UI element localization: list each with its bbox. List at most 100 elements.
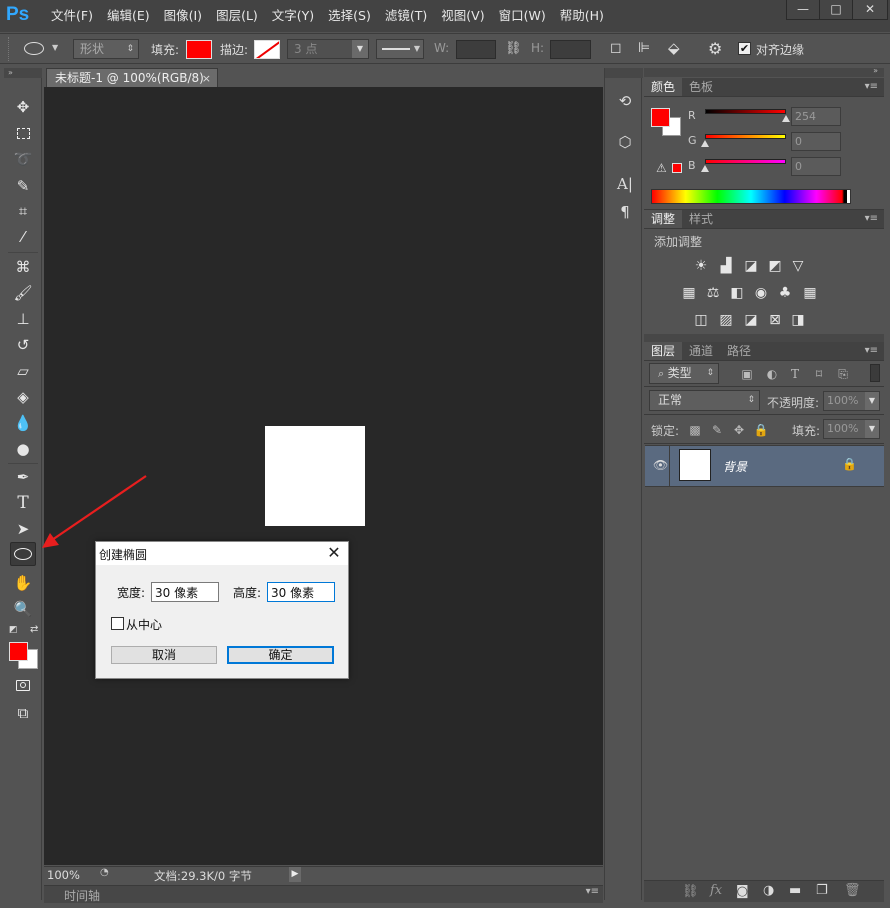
panel-menu-icon[interactable]: ▾≡ xyxy=(865,81,878,92)
blend-mode-select[interactable]: 正常 ⇕ xyxy=(649,390,760,411)
height-input[interactable] xyxy=(267,582,335,602)
layer-thumbnail[interactable] xyxy=(679,449,711,481)
path-operations-icon[interactable]: ◻ xyxy=(610,40,622,56)
invert-icon[interactable]: ◫ xyxy=(690,310,712,330)
fill-input[interactable]: 100% ▼ xyxy=(823,419,880,439)
fill-swatch[interactable] xyxy=(186,40,212,59)
tool-mode-select[interactable]: 形状 ⇕ xyxy=(73,39,139,59)
color-balance-icon[interactable]: ⚖ xyxy=(702,283,724,303)
tab-swatches[interactable]: 色板 xyxy=(682,78,720,96)
dodge-tool-icon[interactable]: ● xyxy=(10,437,36,461)
add-mask-icon[interactable]: ◙ xyxy=(736,884,749,899)
r-slider-track[interactable] xyxy=(705,109,786,114)
threshold-icon[interactable]: ◪ xyxy=(740,310,762,330)
chevron-down-icon[interactable]: ▼ xyxy=(52,43,58,52)
color-lookup-icon[interactable]: ▦ xyxy=(799,283,821,303)
tab-paths[interactable]: 路径 xyxy=(720,342,758,360)
tab-color[interactable]: 颜色 xyxy=(644,78,683,96)
menu-help[interactable]: 帮助(H) xyxy=(553,0,611,32)
gradient-map-icon[interactable]: ◨ xyxy=(787,310,809,330)
gamut-warning-icon[interactable]: ⚠ xyxy=(656,161,667,175)
lock-position-icon[interactable]: ✥ xyxy=(731,422,747,438)
ellipse-tool-preset-icon[interactable] xyxy=(24,42,44,55)
color-spectrum[interactable] xyxy=(651,189,851,204)
tab-styles[interactable]: 样式 xyxy=(682,210,720,228)
lasso-tool-icon[interactable]: ➰ xyxy=(10,147,36,171)
smart-object-filter-icon[interactable]: ⎘ xyxy=(835,366,851,382)
crop-tool-icon[interactable]: ⌗ xyxy=(10,199,36,223)
vibrance-icon[interactable]: ▽ xyxy=(787,256,809,276)
menu-file[interactable]: 文件(F) xyxy=(44,0,100,32)
new-group-icon[interactable]: ▬ xyxy=(789,883,801,898)
paint-bucket-tool-icon[interactable]: ◈ xyxy=(10,385,36,409)
foreground-color-swatch[interactable] xyxy=(9,642,28,661)
curves-icon[interactable]: ◪ xyxy=(740,256,762,276)
tab-channels[interactable]: 通道 xyxy=(682,342,720,360)
tab-adjustments[interactable]: 调整 xyxy=(644,210,683,228)
gear-icon[interactable]: ⚙ xyxy=(708,39,722,58)
type-tool-icon[interactable]: T xyxy=(10,491,36,515)
black-white-icon[interactable]: ◧ xyxy=(726,283,748,303)
foreground-color-swatch[interactable] xyxy=(651,108,670,127)
quick-mask-icon[interactable] xyxy=(10,673,36,697)
marquee-tool-icon[interactable] xyxy=(10,121,36,145)
menu-edit[interactable]: 编辑(E) xyxy=(100,0,157,32)
panel-menu-icon[interactable]: ▾≡ xyxy=(865,345,878,356)
image-canvas[interactable] xyxy=(265,426,365,526)
g-slider-track[interactable] xyxy=(705,134,786,139)
status-info-icon[interactable]: ◔ xyxy=(100,867,114,882)
stroke-size-input[interactable]: 3 点 ▼ xyxy=(287,39,369,59)
path-selection-tool-icon[interactable]: ➤ xyxy=(10,517,36,541)
photo-filter-icon[interactable]: ◉ xyxy=(750,283,772,303)
stroke-swatch-none-icon[interactable] xyxy=(254,40,280,59)
healing-brush-tool-icon[interactable]: ⌘ xyxy=(10,255,36,279)
menu-layer[interactable]: 图层(L) xyxy=(209,0,265,32)
screen-mode-icon[interactable]: ⧉ xyxy=(10,701,36,725)
panel-menu-icon[interactable]: ▾≡ xyxy=(865,213,878,224)
timeline-panel-tab[interactable]: 时间轴 ▾≡ xyxy=(44,885,603,903)
swap-colors-icon[interactable]: ⇄ xyxy=(30,624,38,635)
character-panel-icon[interactable]: A| xyxy=(614,173,636,195)
dialog-titlebar[interactable]: 创建椭圆 ✕ xyxy=(96,542,348,565)
cancel-button[interactable]: 取消 xyxy=(111,646,217,664)
document-tab[interactable]: 未标题-1 @ 100%(RGB/8) × xyxy=(46,68,218,87)
menu-type[interactable]: 文字(Y) xyxy=(265,0,321,32)
pen-tool-icon[interactable]: ✒ xyxy=(10,465,36,489)
new-adjustment-layer-icon[interactable]: ◑ xyxy=(763,883,774,898)
eyedropper-tool-icon[interactable]: ⁄ xyxy=(10,225,36,249)
g-slider-thumb[interactable] xyxy=(701,140,709,147)
stroke-type-select[interactable]: ▼ xyxy=(376,39,424,59)
close-icon[interactable]: ✕ xyxy=(326,543,342,563)
b-slider-track[interactable] xyxy=(705,159,786,164)
pixel-layer-filter-icon[interactable]: ▣ xyxy=(739,366,755,382)
panel-menu-icon[interactable]: ▾≡ xyxy=(586,886,599,897)
path-alignment-icon[interactable]: ⊫ xyxy=(638,40,650,56)
layer-filter-select[interactable]: ⌕ 类型 ⇕ xyxy=(649,363,719,384)
play-arrow-icon[interactable]: ▶ xyxy=(289,867,301,882)
quick-selection-tool-icon[interactable]: ✎ xyxy=(10,174,36,198)
move-tool-icon[interactable]: ✥ xyxy=(10,95,36,119)
trash-icon[interactable]: 🗑 xyxy=(844,883,861,898)
maximize-button[interactable]: □ xyxy=(819,0,853,20)
eye-visibility-icon[interactable]: 👁 xyxy=(653,458,668,472)
history-brush-tool-icon[interactable]: ↺ xyxy=(10,333,36,357)
r-value-input[interactable]: 254 xyxy=(791,107,841,126)
layer-name[interactable]: 背景 xyxy=(723,458,747,475)
r-slider-thumb[interactable] xyxy=(782,115,790,122)
zoom-tool-icon[interactable]: 🔍 xyxy=(10,597,36,621)
gamut-color-swatch[interactable] xyxy=(672,163,682,173)
brightness-contrast-icon[interactable]: ☀ xyxy=(690,256,712,276)
link-layers-icon[interactable]: ⛓ xyxy=(682,884,699,899)
posterize-icon[interactable]: ▨ xyxy=(715,310,737,330)
default-colors-icon[interactable]: ◩ xyxy=(9,625,18,635)
brush-tool-icon[interactable]: 🖌 xyxy=(10,281,36,305)
b-slider-thumb[interactable] xyxy=(701,165,709,172)
link-icon[interactable]: ⛓ xyxy=(505,41,522,56)
filter-toggle-switch[interactable] xyxy=(870,364,880,382)
channel-mixer-icon[interactable]: ♣ xyxy=(774,283,796,303)
width-input[interactable] xyxy=(151,582,219,602)
menu-select[interactable]: 选择(S) xyxy=(321,0,378,32)
hand-tool-icon[interactable]: ✋ xyxy=(10,571,36,595)
3d-panel-icon[interactable]: ⬡ xyxy=(614,131,636,153)
layer-row[interactable]: 👁 背景 🔒 xyxy=(645,445,884,487)
